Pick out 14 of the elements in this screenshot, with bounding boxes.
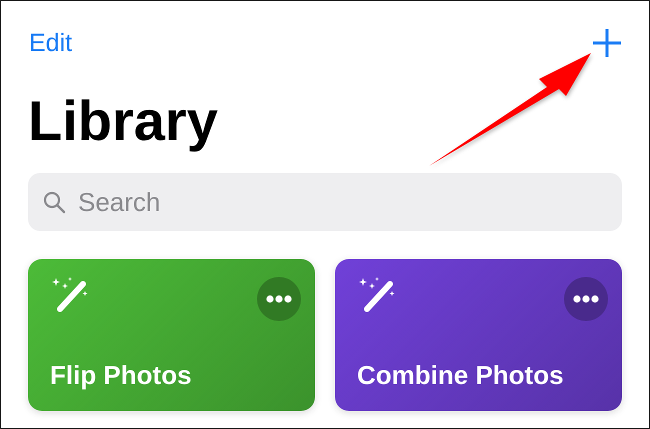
ellipsis-icon <box>266 295 292 303</box>
ellipsis-icon <box>573 295 599 303</box>
search-field[interactable]: Search <box>28 173 622 231</box>
shortcut-name: Combine Photos <box>357 360 565 391</box>
shortcut-card[interactable]: Combine Photos <box>335 259 622 411</box>
shortcut-name: Flip Photos <box>50 360 193 391</box>
shortcut-card[interactable]: Flip Photos <box>28 259 315 411</box>
more-button[interactable] <box>257 277 301 321</box>
edit-button[interactable]: Edit <box>29 28 72 58</box>
page-title: Library <box>28 89 218 153</box>
magic-wand-icon <box>50 275 90 315</box>
more-button[interactable] <box>564 277 608 321</box>
magic-wand-icon <box>357 275 397 315</box>
add-button[interactable] <box>591 27 623 59</box>
